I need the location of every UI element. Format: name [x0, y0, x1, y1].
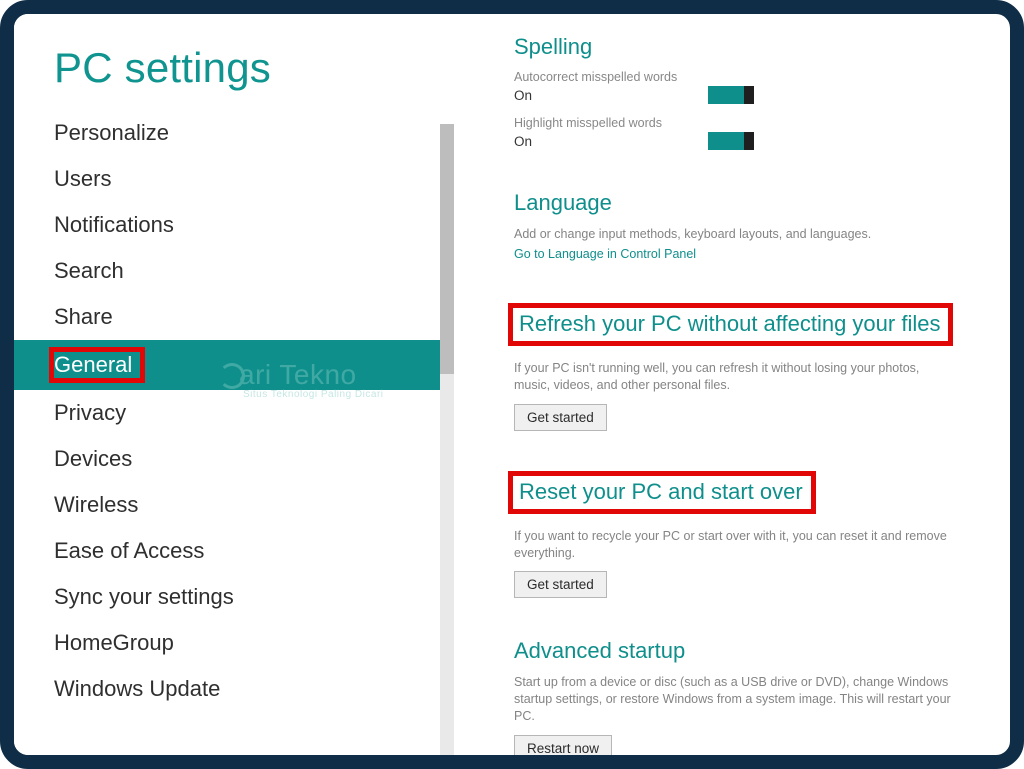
sidebar-item-devices[interactable]: Devices: [14, 436, 454, 482]
toggle-knob-icon: [744, 86, 754, 104]
toggle-knob-icon: [744, 132, 754, 150]
main-panel: Spelling Autocorrect misspelled words On…: [454, 14, 1010, 755]
sidebar-item-search[interactable]: Search: [14, 248, 454, 294]
sidebar-item-sync-your-settings[interactable]: Sync your settings: [14, 574, 454, 620]
reset-heading: Reset your PC and start over: [508, 471, 816, 514]
refresh-desc: If your PC isn't running well, you can r…: [514, 360, 954, 394]
language-desc: Add or change input methods, keyboard la…: [514, 226, 954, 243]
sidebar-item-notifications[interactable]: Notifications: [14, 202, 454, 248]
refresh-heading: Refresh your PC without affecting your f…: [508, 303, 953, 346]
sidebar-item-share[interactable]: Share: [14, 294, 454, 340]
autocorrect-row: On: [514, 86, 754, 104]
autocorrect-value: On: [514, 88, 532, 103]
content-area: PC settings Personalize Users Notificati…: [14, 14, 1010, 755]
reset-get-started-button[interactable]: Get started: [514, 571, 607, 598]
spelling-heading: Spelling: [514, 34, 988, 60]
advanced-heading: Advanced startup: [514, 638, 988, 664]
highlight-value: On: [514, 134, 532, 149]
sidebar-item-ease-of-access[interactable]: Ease of Access: [14, 528, 454, 574]
highlight-row: On: [514, 132, 754, 150]
sidebar-item-users[interactable]: Users: [14, 156, 454, 202]
reset-desc: If you want to recycle your PC or start …: [514, 528, 954, 562]
highlight-label: Highlight misspelled words: [514, 116, 988, 130]
highlight-toggle[interactable]: [708, 132, 754, 150]
window-frame: PC settings Personalize Users Notificati…: [0, 0, 1024, 769]
nav-list: Personalize Users Notifications Search S…: [14, 110, 454, 712]
autocorrect-label: Autocorrect misspelled words: [514, 70, 988, 84]
sidebar-item-personalize[interactable]: Personalize: [14, 110, 454, 156]
language-heading: Language: [514, 190, 988, 216]
sidebar-item-general[interactable]: General: [14, 340, 454, 390]
restart-now-button[interactable]: Restart now: [514, 735, 612, 755]
language-link[interactable]: Go to Language in Control Panel: [514, 247, 696, 261]
sidebar-item-windows-update[interactable]: Windows Update: [14, 666, 454, 712]
sidebar-item-homegroup[interactable]: HomeGroup: [14, 620, 454, 666]
refresh-section: Refresh your PC without affecting your f…: [514, 297, 988, 356]
highlight-box: General: [52, 350, 142, 380]
refresh-get-started-button[interactable]: Get started: [514, 404, 607, 431]
sidebar-item-wireless[interactable]: Wireless: [14, 482, 454, 528]
sidebar: PC settings Personalize Users Notificati…: [14, 14, 454, 755]
scrollbar-thumb[interactable]: [440, 124, 454, 374]
sidebar-item-privacy[interactable]: Privacy: [14, 390, 454, 436]
autocorrect-toggle[interactable]: [708, 86, 754, 104]
advanced-desc: Start up from a device or disc (such as …: [514, 674, 954, 725]
reset-section: Reset your PC and start over: [514, 465, 988, 524]
page-title: PC settings: [14, 44, 454, 110]
